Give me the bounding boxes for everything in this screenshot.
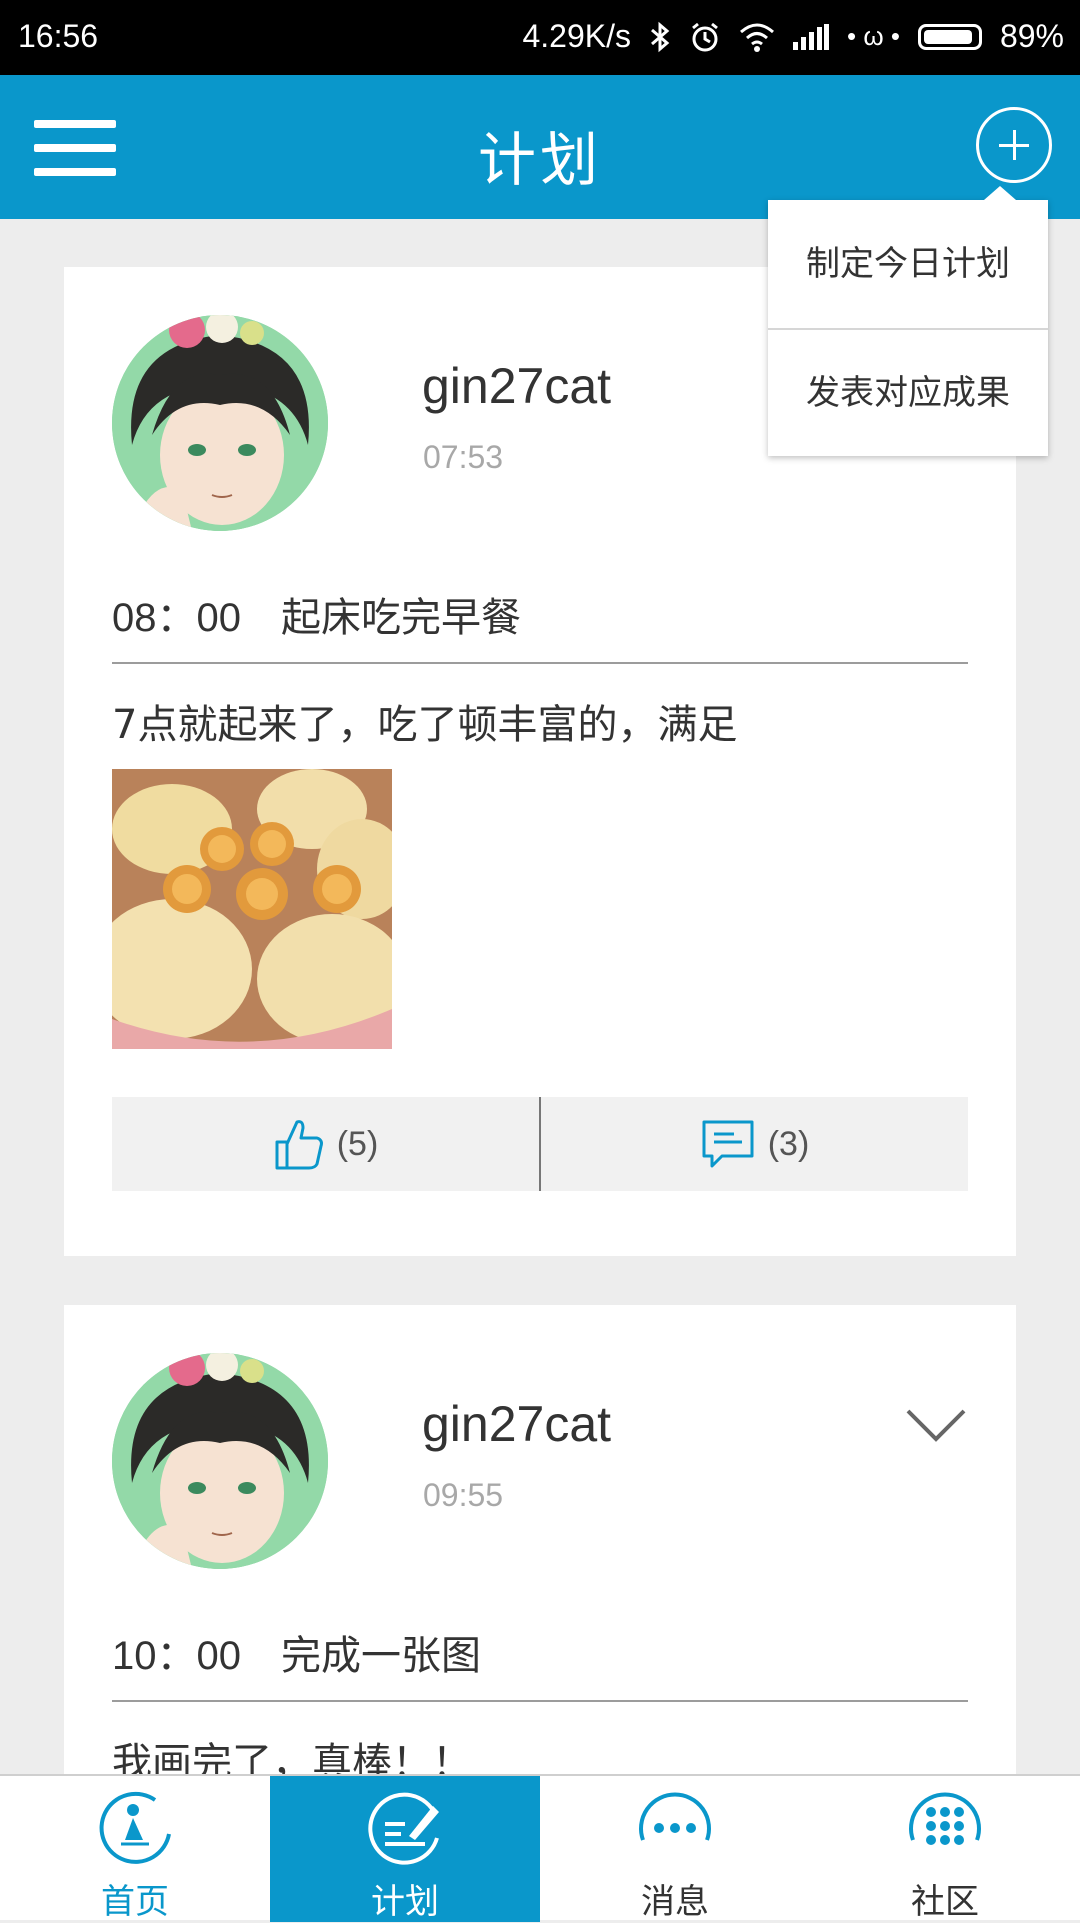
add-dropdown-menu: 制定今日计划 发表对应成果 bbox=[768, 186, 1048, 456]
carrier-glyph: • ω • bbox=[847, 21, 900, 51]
nav-item-home[interactable]: 首页 bbox=[0, 1776, 270, 1922]
post-content: 7点就起来了，吃了顿丰富的，满足 bbox=[112, 702, 738, 748]
home-icon bbox=[99, 1791, 171, 1864]
post-photo[interactable] bbox=[112, 769, 392, 1049]
nav-label-message: 消息 bbox=[641, 1882, 709, 1922]
status-bar: 16:56 4.29K/s • ω • 89% bbox=[0, 0, 1080, 75]
plan-entry: 10：00 完成一张图 bbox=[112, 1623, 481, 1681]
menu-item-make-plan[interactable]: 制定今日计划 bbox=[768, 200, 1048, 328]
page-title: 计划 bbox=[477, 126, 602, 194]
post-card: gin27cat 09:55 10：00 完成一张图 我画完了，真棒！！ bbox=[64, 1305, 1016, 1805]
nav-label-plan: 计划 bbox=[371, 1882, 439, 1922]
comment-button[interactable]: (3) bbox=[541, 1097, 968, 1191]
add-icon[interactable] bbox=[976, 107, 1052, 183]
nav-label-home: 首页 bbox=[101, 1882, 169, 1922]
wifi-icon bbox=[740, 23, 774, 52]
comment-count: (3) bbox=[767, 1124, 810, 1163]
avatar[interactable] bbox=[112, 315, 328, 531]
status-time: 16:56 bbox=[18, 18, 99, 54]
battery-icon bbox=[917, 23, 982, 50]
divider bbox=[112, 662, 968, 664]
message-icon bbox=[639, 1792, 711, 1841]
nav-item-plan[interactable]: 计划 bbox=[270, 1776, 540, 1922]
bottom-nav: 首页 计划 消息 社区 bbox=[0, 1774, 1080, 1922]
like-count: (5) bbox=[336, 1124, 379, 1163]
status-icons: 4.29K/s • ω • 89% bbox=[522, 18, 1064, 55]
divider bbox=[112, 1700, 968, 1702]
avatar[interactable] bbox=[112, 1353, 328, 1569]
plan-time: 08：00 bbox=[112, 596, 241, 640]
plan-text: 完成一张图 bbox=[280, 1633, 481, 1679]
post-time: 07:53 bbox=[423, 439, 504, 475]
nav-item-message[interactable]: 消息 bbox=[540, 1776, 810, 1922]
network-speed: 4.29K/s bbox=[522, 18, 631, 54]
signal-icon bbox=[793, 23, 829, 50]
post-username[interactable]: gin27cat bbox=[422, 1395, 611, 1453]
nav-label-community: 社区 bbox=[911, 1882, 979, 1922]
comment-icon bbox=[702, 1120, 754, 1168]
nav-item-community[interactable]: 社区 bbox=[810, 1776, 1080, 1922]
menu-item-post-result[interactable]: 发表对应成果 bbox=[768, 328, 1048, 456]
community-icon bbox=[909, 1792, 981, 1845]
thumbs-up-icon bbox=[275, 1120, 323, 1170]
plan-text: 起床吃完早餐 bbox=[280, 595, 521, 641]
app-header: 计划 bbox=[0, 75, 1080, 219]
like-button[interactable]: (5) bbox=[112, 1097, 539, 1191]
battery-percent: 89% bbox=[999, 18, 1064, 54]
chevron-down-icon[interactable] bbox=[904, 1405, 968, 1445]
bluetooth-icon bbox=[651, 21, 670, 52]
plan-entry: 08：00 起床吃完早餐 bbox=[112, 585, 521, 643]
plan-time: 10：00 bbox=[112, 1634, 241, 1678]
alarm-icon bbox=[692, 22, 718, 51]
post-actions: (5) (3) bbox=[112, 1097, 968, 1191]
post-time: 09:55 bbox=[423, 1477, 504, 1513]
post-username[interactable]: gin27cat bbox=[422, 357, 611, 415]
plan-icon bbox=[368, 1792, 439, 1865]
